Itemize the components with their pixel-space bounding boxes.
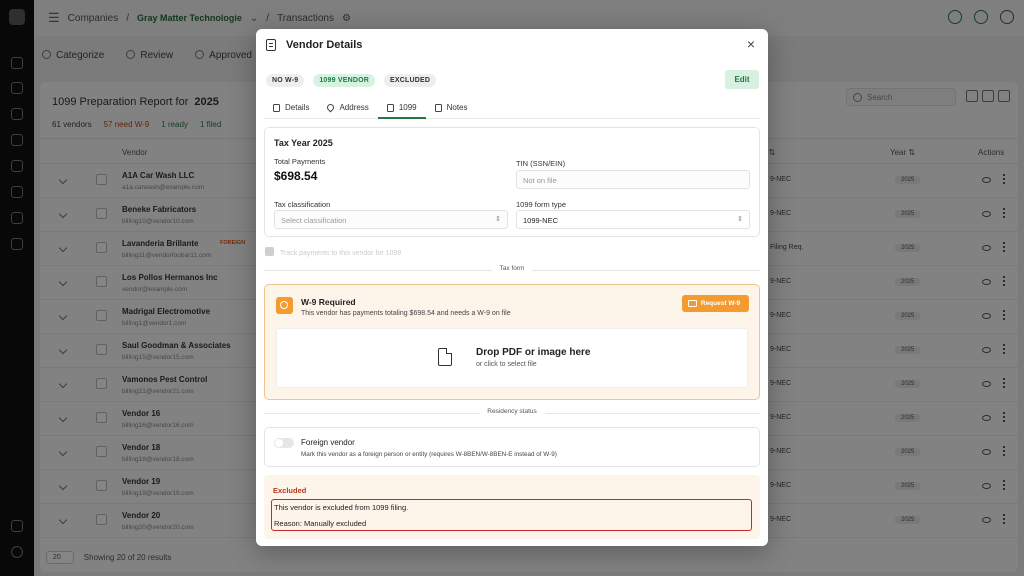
track-payments-label: Track payments to this vendor for 1099 xyxy=(280,250,402,257)
total-payments-value: $698.54 xyxy=(274,169,318,183)
status-badge-excluded: EXCLUDED xyxy=(384,74,437,87)
form-type-value: 1099-NEC xyxy=(523,216,559,225)
excluded-section: Excluded This vendor is excluded from 10… xyxy=(264,475,760,539)
tax-year-heading: Tax Year 2025 xyxy=(274,138,333,148)
foreign-vendor-card: Foreign vendor Mark this vendor as a for… xyxy=(264,427,760,467)
total-payments-label: Total Payments xyxy=(274,157,326,166)
status-badge-1099-vendor: 1099 VENDOR xyxy=(313,74,376,87)
track-payments-checkbox[interactable]: Track payments to this vendor for 1099 xyxy=(265,247,401,257)
w9-description: This vendor has payments totaling $698.5… xyxy=(301,310,511,317)
vendor-details-modal: Vendor Details × NO W-9 1099 VENDOR EXCL… xyxy=(256,29,768,546)
tin-field: Not on file xyxy=(516,170,750,189)
tab-1099[interactable]: 1099 xyxy=(377,99,426,119)
file-dropzone[interactable]: Drop PDF or image here or click to selec… xyxy=(276,328,748,388)
residency-divider-label: Residency status xyxy=(479,408,545,415)
checkbox-icon xyxy=(265,247,274,256)
file-icon xyxy=(438,348,452,366)
tin-label: TIN (SSN/EIN) xyxy=(516,159,566,168)
tax-classification-value: Select classification xyxy=(281,216,347,225)
select-arrows-icon: ⇕ xyxy=(737,216,743,223)
notes-icon xyxy=(434,104,442,112)
document-icon xyxy=(266,39,276,51)
tab-notes-label: Notes xyxy=(446,103,468,112)
foreign-vendor-toggle[interactable] xyxy=(274,438,294,448)
map-pin-icon xyxy=(326,102,336,113)
alert-circle-icon xyxy=(276,297,293,314)
modal-tabs: Details Address 1099 Notes xyxy=(264,99,760,119)
request-w9-button[interactable]: Request W-9 xyxy=(682,295,749,312)
status-badge-no-w9: NO W-9 xyxy=(266,74,305,87)
tab-address[interactable]: Address xyxy=(318,99,377,119)
form-type-select[interactable]: 1099-NEC ⇕ xyxy=(516,210,750,229)
tax-classification-label: Tax classification xyxy=(274,200,331,209)
tax-classification-select[interactable]: Select classification ⇕ xyxy=(274,210,508,229)
w9-required-card: W-9 Required This vendor has payments to… xyxy=(264,284,760,400)
document-icon xyxy=(273,104,280,112)
select-arrows-icon: ⇕ xyxy=(495,216,501,223)
tax-form-divider: Tax form xyxy=(264,265,760,275)
tab-details-label: Details xyxy=(285,103,310,112)
excluded-title: Excluded xyxy=(273,486,307,495)
form-type-label: 1099 form type xyxy=(516,200,567,209)
modal-title: Vendor Details xyxy=(286,39,363,51)
status-badges: NO W-9 1099 VENDOR EXCLUDED xyxy=(266,74,437,87)
dropzone-subtitle: or click to select file xyxy=(476,361,537,368)
excluded-notice: This vendor is excluded from 1099 filing… xyxy=(271,499,752,531)
foreign-vendor-description: Mark this vendor as a foreign person or … xyxy=(301,451,557,458)
foreign-vendor-title: Foreign vendor xyxy=(301,438,355,447)
edit-button[interactable]: Edit xyxy=(725,70,759,89)
tab-notes[interactable]: Notes xyxy=(426,99,477,119)
close-icon[interactable]: × xyxy=(744,37,758,51)
residency-divider: Residency status xyxy=(264,408,760,418)
form-icon xyxy=(386,104,394,112)
dropzone-title: Drop PDF or image here xyxy=(476,347,591,358)
tab-1099-label: 1099 xyxy=(398,103,417,112)
w9-title: W-9 Required xyxy=(301,297,356,307)
tab-address-label: Address xyxy=(339,103,369,112)
tax-year-card: Tax Year 2025 Total Payments $698.54 TIN… xyxy=(264,127,760,237)
tax-form-divider-label: Tax form xyxy=(491,265,533,272)
modal-header: Vendor Details × xyxy=(256,29,768,61)
tab-details[interactable]: Details xyxy=(264,99,318,119)
excluded-message: This vendor is excluded from 1099 filing… xyxy=(274,503,409,512)
excluded-reason: Reason: Manually excluded xyxy=(274,519,367,528)
